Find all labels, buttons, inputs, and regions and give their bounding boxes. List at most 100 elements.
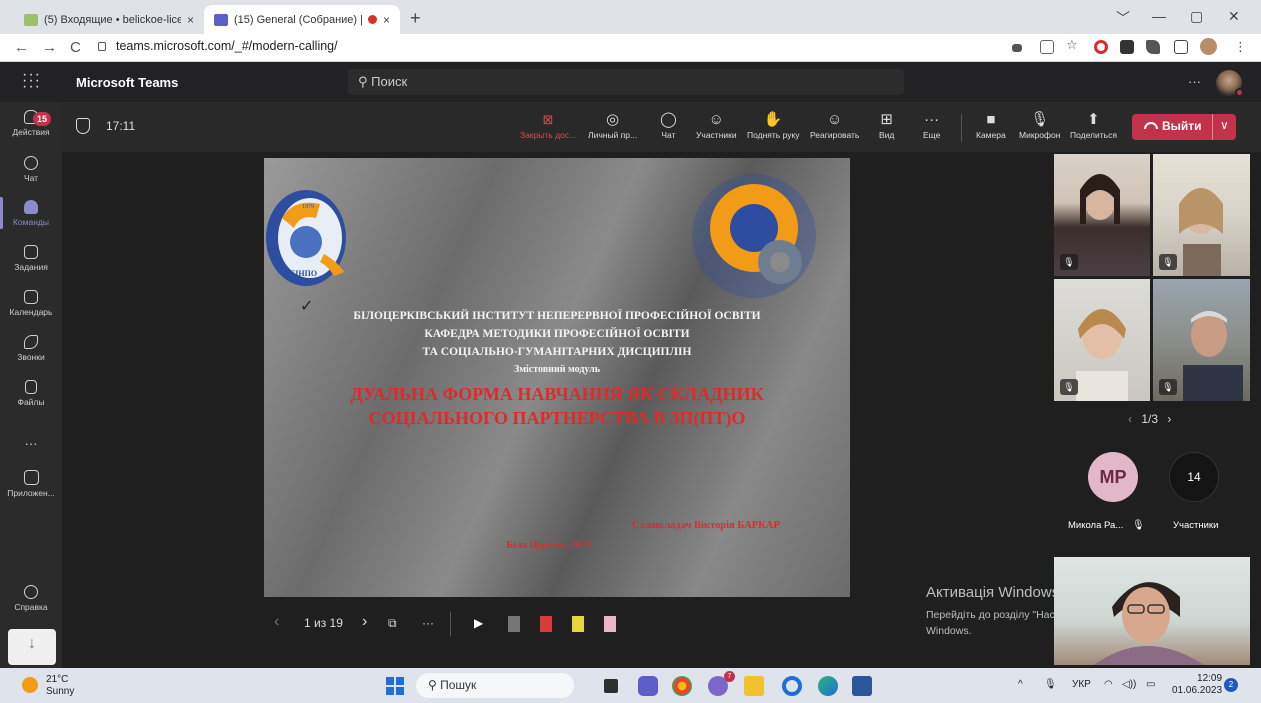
browser-menu-icon[interactable]: ⋮ <box>1234 39 1247 55</box>
tray-overflow-icon[interactable]: ^ <box>1018 679 1023 690</box>
participant-avatar[interactable]: MP <box>1088 452 1138 502</box>
pen-black-icon[interactable] <box>508 616 520 632</box>
rail-item-activity[interactable]: 15 Действия <box>0 110 62 137</box>
search-input[interactable]: ⚲ Поиск <box>348 69 904 95</box>
tab-search-button[interactable]: ﹀ <box>1116 8 1130 28</box>
download-icon[interactable]: ↓ <box>8 629 56 665</box>
share-button[interactable]: ⬆ Поделиться <box>1070 110 1117 140</box>
extension-icon[interactable] <box>1120 40 1134 54</box>
participants-count[interactable]: 14 <box>1169 452 1219 502</box>
back-icon[interactable]: ← <box>14 39 29 56</box>
cortana-icon[interactable] <box>782 676 802 696</box>
rail-item-chat[interactable]: Чат <box>0 156 62 183</box>
logo-text: БІНПО <box>290 269 317 278</box>
file-explorer-icon[interactable] <box>744 676 764 696</box>
rail-label: Действия <box>12 127 50 137</box>
close-tab-icon[interactable]: × <box>383 13 390 27</box>
volume-icon[interactable]: ◁)) <box>1122 679 1136 690</box>
rail-label: Задания <box>14 262 48 272</box>
prev-slide-button[interactable]: ‹ <box>274 613 279 631</box>
word-icon[interactable] <box>852 676 872 696</box>
chat-icon: ◯ <box>660 111 677 128</box>
start-button[interactable] <box>386 677 404 695</box>
rail-item-calls[interactable]: Звонки <box>0 335 62 362</box>
minimize-button[interactable]: — <box>1152 8 1166 24</box>
emoji-icon: ☺ <box>827 111 843 128</box>
new-tab-button[interactable]: + <box>410 8 421 29</box>
app-launcher-icon[interactable]: ··· ··· ··· <box>22 67 41 95</box>
self-video[interactable] <box>1054 557 1250 665</box>
tab-inbox[interactable]: (5) Входящие • belickoe-licey@ × <box>14 5 204 34</box>
network-icon[interactable]: ◠ <box>1104 679 1113 690</box>
gallery-next-button[interactable]: › <box>1167 412 1171 426</box>
rail-item-assignments[interactable]: Задания <box>0 245 62 272</box>
chrome-icon[interactable] <box>672 676 692 696</box>
rail-item-files[interactable]: Файлы <box>0 380 62 407</box>
microphone-button[interactable]: 🎙 Микрофон <box>1019 110 1060 140</box>
rail-item-more[interactable]: ··· <box>0 436 62 451</box>
bookmark-star-icon[interactable]: ☆ <box>1066 37 1080 52</box>
rail-item-help[interactable]: Справка <box>0 585 62 612</box>
rail-label: Календарь <box>9 307 53 317</box>
language-indicator[interactable]: УКР <box>1072 679 1091 690</box>
private-view-button[interactable]: ◎ Личный пр... <box>588 110 637 140</box>
participant-video[interactable]: 🎙 <box>1153 154 1250 276</box>
screen: (5) Входящие • belickoe-licey@ × (15) Ge… <box>0 0 1261 703</box>
participant-video[interactable]: 🎙 <box>1054 154 1150 276</box>
slide-grid-icon[interactable]: ⧉ <box>388 616 397 631</box>
chat-button[interactable]: ◯ Чат <box>660 110 677 140</box>
task-view-icon[interactable] <box>604 679 618 693</box>
participant-video[interactable]: 🎙 <box>1153 279 1250 401</box>
gallery-prev-button[interactable]: ‹ <box>1128 412 1132 426</box>
toolbar-label: Еще <box>923 130 941 140</box>
weather-widget[interactable]: 21°C Sunny <box>46 674 74 698</box>
view-button[interactable]: ⊞ Вид <box>879 110 894 140</box>
raise-hand-button[interactable]: ✋ Поднять руку <box>747 110 800 140</box>
slide-more-button[interactable]: ··· <box>422 616 434 630</box>
forward-icon[interactable]: → <box>42 39 57 56</box>
camera-indicator-icon[interactable] <box>1012 44 1022 52</box>
more-options-button[interactable]: ··· <box>1188 74 1201 89</box>
close-window-button[interactable]: ✕ <box>1228 8 1240 25</box>
reload-icon[interactable]: C <box>70 39 81 56</box>
profile-avatar[interactable] <box>1200 38 1217 55</box>
leave-button[interactable]: Выйти ∨ <box>1132 114 1236 140</box>
clock[interactable]: 12:09 01.06.2023 <box>1172 673 1222 697</box>
edge-icon[interactable] <box>818 676 838 696</box>
stop-sharing-button[interactable]: ⊠ Закрыть дос... <box>520 110 576 140</box>
pointer-icon[interactable]: ▶ <box>474 616 483 630</box>
eraser-icon[interactable] <box>604 616 616 632</box>
participant-video[interactable]: 🎙 <box>1054 279 1150 401</box>
grid-icon: ⊞ <box>880 111 893 128</box>
more-actions-button[interactable]: ··· Еще <box>923 110 940 140</box>
tab-teams[interactable]: (15) General (Собрание) | M × <box>204 5 400 34</box>
sun-icon <box>22 677 38 693</box>
camera-button[interactable]: ■ Камера <box>976 110 1006 140</box>
share-page-icon[interactable] <box>1040 40 1054 54</box>
next-slide-button[interactable]: › <box>362 613 367 631</box>
rail-item-teams[interactable]: Команды <box>0 200 62 227</box>
pen-red-icon[interactable] <box>540 616 552 632</box>
highlighter-icon[interactable] <box>572 616 584 632</box>
more-icon: ··· <box>24 436 38 451</box>
teams-chat-icon[interactable] <box>638 676 658 696</box>
puzzle-icon[interactable] <box>1146 40 1160 54</box>
taskbar-search[interactable]: ⚲ Пошук <box>416 673 574 698</box>
url-field[interactable]: teams.microsoft.com/_#/modern-calling/ <box>98 39 338 53</box>
notification-badge: 7 <box>724 671 735 682</box>
battery-icon[interactable]: ▭ <box>1146 679 1155 690</box>
microphone-tray-icon[interactable]: 🎙 <box>1044 679 1057 690</box>
side-panel-icon[interactable] <box>1174 40 1188 54</box>
user-avatar[interactable] <box>1216 70 1244 97</box>
logo-year: 1979 <box>302 204 314 210</box>
close-tab-icon[interactable]: × <box>187 13 194 27</box>
rail-item-apps[interactable]: Приложен... <box>0 470 62 498</box>
maximize-button[interactable]: ▢ <box>1190 8 1203 25</box>
rail-item-calendar[interactable]: Календарь <box>0 290 62 317</box>
react-button[interactable]: ☺ Реагировать <box>810 110 859 140</box>
opera-extension-icon[interactable] <box>1094 40 1108 54</box>
participants-button[interactable]: ☺ Участники <box>696 110 737 140</box>
chevron-down-icon[interactable]: ∨ <box>1220 118 1229 132</box>
toolbar-label: Личный пр... <box>588 130 638 140</box>
notifications-badge[interactable]: 2 <box>1224 678 1238 692</box>
